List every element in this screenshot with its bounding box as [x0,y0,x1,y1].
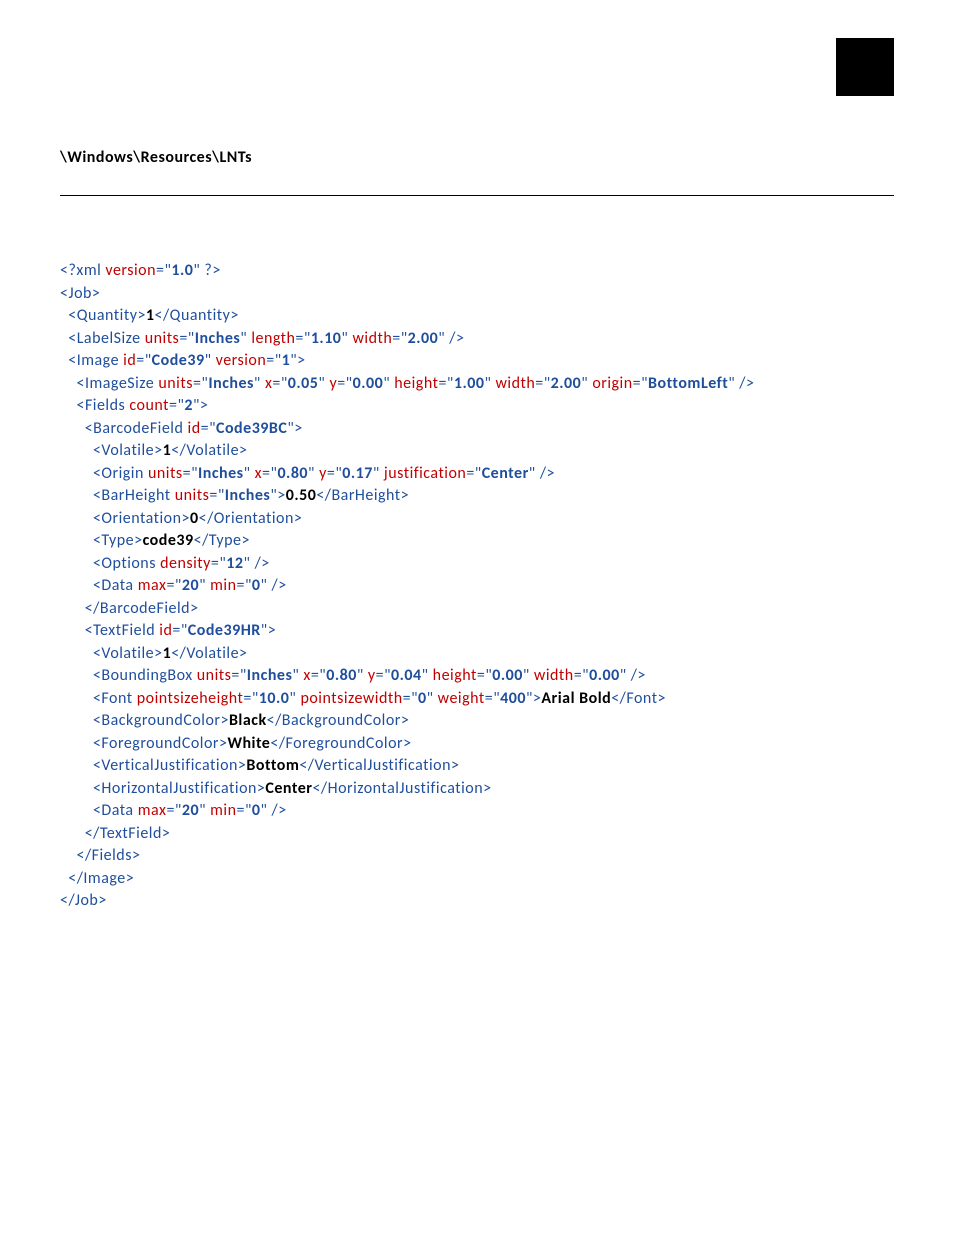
divider [60,195,894,196]
file-path-header: \Windows\Resources\LNTs [60,148,894,167]
xml-code-block: <?xml version="1.0" ?> <Job> <Quantity>1… [60,260,894,913]
corner-marker [836,38,894,96]
